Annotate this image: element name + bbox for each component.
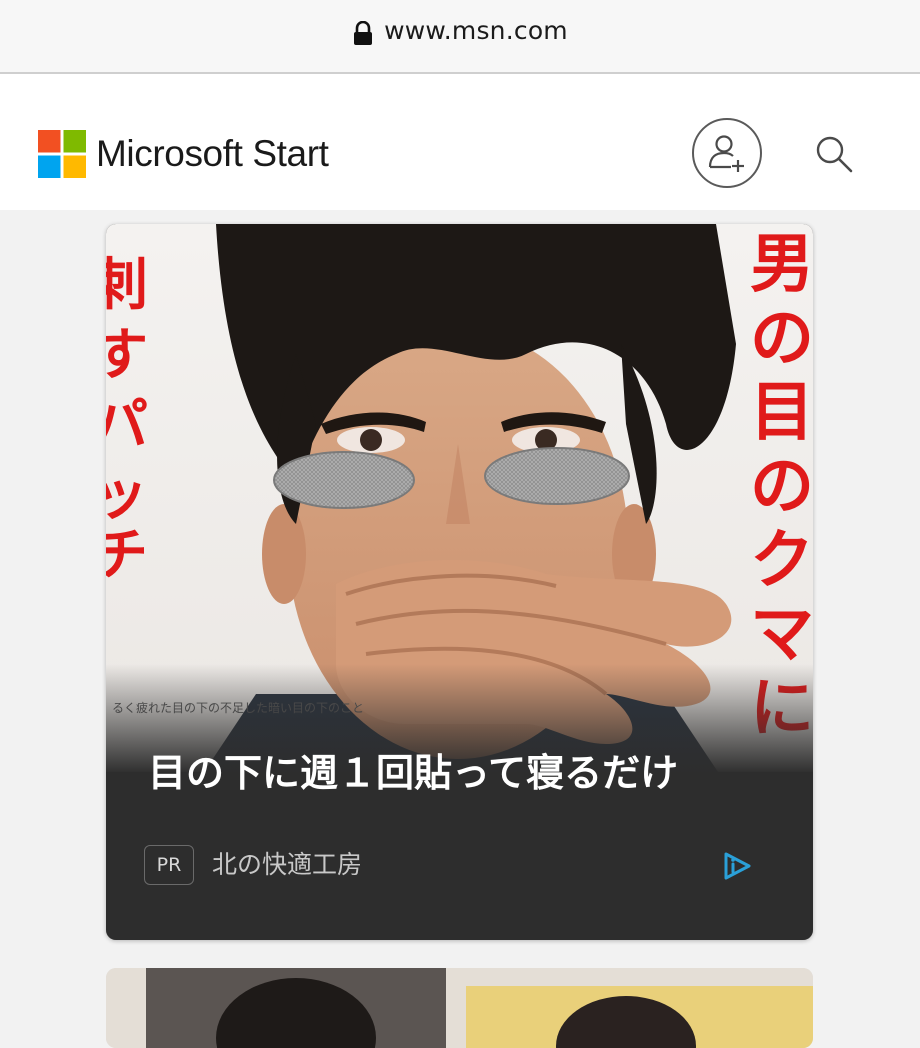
next-card-image[interactable] — [106, 968, 813, 1048]
adchoices-icon[interactable] — [720, 849, 754, 883]
browser-url-bar[interactable]: www.msn.com — [0, 0, 920, 74]
add-person-icon — [708, 135, 744, 172]
left-vertical-text: 刺 す パ ッ チ — [106, 253, 148, 588]
svg-text:す: す — [106, 323, 148, 388]
sponsor-name[interactable]: 北の快適工房 — [212, 846, 362, 884]
svg-text:の: の — [750, 302, 813, 376]
svg-text:の: の — [750, 450, 813, 524]
microsoft-logo-icon[interactable] — [38, 130, 86, 178]
svg-text:パ: パ — [106, 393, 148, 458]
svg-text:ク: ク — [750, 524, 813, 598]
ad-image[interactable]: 男 の 目 の ク マ に 刺 す パ ッ チ るく疲れた目の下の不足した暗い目… — [106, 224, 813, 940]
svg-text:刺: 刺 — [106, 253, 148, 318]
svg-text:マ: マ — [750, 598, 813, 672]
next-card[interactable] — [106, 968, 813, 1048]
svg-text:チ: チ — [106, 523, 148, 588]
svg-text:ッ: ッ — [106, 463, 148, 528]
search-icon — [816, 136, 853, 173]
brand-title[interactable]: Microsoft Start — [96, 132, 329, 176]
app-header: Microsoft Start — [0, 74, 920, 210]
svg-text:男: 男 — [750, 228, 813, 302]
ad-headline[interactable]: 目の下に週１回貼って寝るだけ — [148, 744, 788, 802]
add-account-button[interactable] — [692, 118, 762, 188]
lock-icon — [354, 21, 373, 45]
svg-text:目: 目 — [750, 376, 813, 450]
pr-badge: PR — [144, 845, 194, 885]
search-button[interactable] — [812, 132, 856, 176]
url-text[interactable]: www.msn.com — [384, 16, 568, 45]
sponsored-ad-card[interactable]: 男 の 目 の ク マ に 刺 す パ ッ チ るく疲れた目の下の不足した暗い目… — [106, 224, 813, 940]
